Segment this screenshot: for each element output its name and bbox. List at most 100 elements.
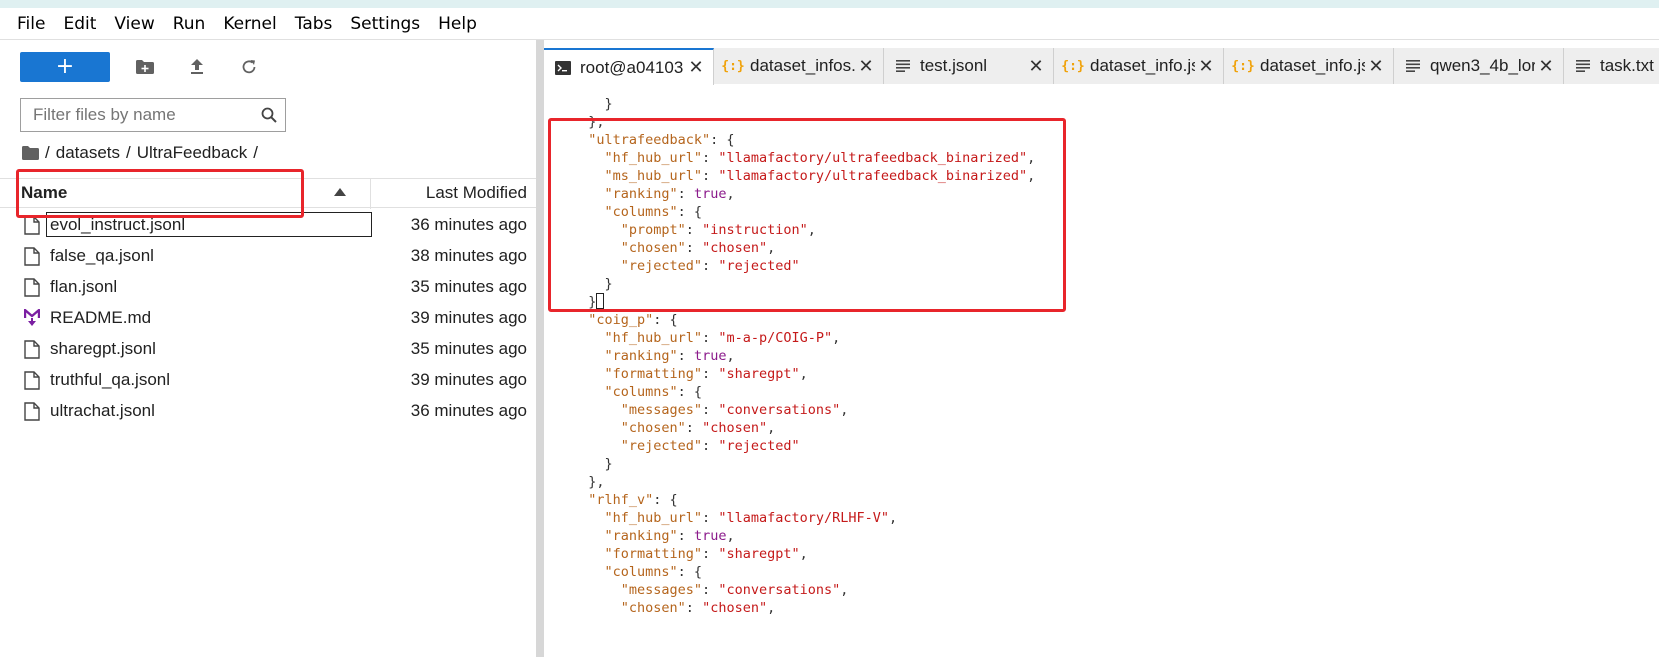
code-token: , <box>840 582 849 598</box>
code-token: : <box>677 528 694 544</box>
code-token: , <box>767 600 776 616</box>
file-icon <box>24 278 40 297</box>
file-name: false_qa.jsonl <box>50 246 154 265</box>
code-token: "rejected" <box>572 438 703 454</box>
file-row-ultrachat[interactable]: ultrachat.jsonl 36 minutes ago <box>0 396 543 427</box>
breadcrumb-separator: / <box>253 143 259 162</box>
code-line: "messages": "conversations", <box>572 581 1035 599</box>
panel-splitter[interactable] <box>536 40 544 657</box>
code-token: : <box>702 330 719 346</box>
file-modified: 39 minutes ago <box>410 308 527 327</box>
folder-icon[interactable] <box>22 146 39 160</box>
file-name: README.md <box>50 308 152 327</box>
close-icon[interactable]: ✕ <box>1025 56 1047 77</box>
code-token: : <box>702 438 719 454</box>
code-line: } <box>572 455 1035 473</box>
menu-run[interactable]: Run <box>164 8 215 40</box>
tab-dataset-info-1[interactable]: {:} dataset_info.js ✕ <box>1054 48 1224 84</box>
tab-qwen3-lora[interactable]: qwen3_4b_lor ✕ <box>1394 48 1564 84</box>
file-modified: 35 minutes ago <box>410 277 527 296</box>
code-line: "columns": { <box>572 383 1035 401</box>
code-token: "ranking" <box>572 348 678 364</box>
close-icon[interactable]: ✕ <box>1535 56 1557 77</box>
filter-files-input[interactable] <box>33 105 261 125</box>
code-token: "m-a-p/COIG-P" <box>718 330 833 346</box>
code-token: : <box>685 420 703 436</box>
file-row-readme[interactable]: README.md 39 minutes ago <box>0 303 543 334</box>
code-line: "ranking": true, <box>572 347 1035 365</box>
menu-file[interactable]: File <box>8 8 54 40</box>
file-icon <box>24 371 40 390</box>
close-icon[interactable]: ✕ <box>855 56 877 77</box>
file-modified: 38 minutes ago <box>410 246 527 265</box>
new-launcher-button[interactable]: + <box>20 52 110 82</box>
code-line: "messages": "conversations", <box>572 401 1035 419</box>
ultrafeedback-highlight-box <box>548 118 1066 312</box>
sort-ascending-icon[interactable] <box>334 188 346 196</box>
code-token: "formatting" <box>572 546 703 562</box>
plus-icon: + <box>55 54 75 79</box>
code-token: "hf_hub_url" <box>572 510 703 526</box>
code-token: "sharegpt" <box>718 546 800 562</box>
code-token: "chosen" <box>572 600 686 616</box>
filter-files-field <box>20 98 286 132</box>
file-row-false-qa[interactable]: false_qa.jsonl 38 minutes ago <box>0 241 543 272</box>
close-icon[interactable]: ✕ <box>1365 56 1387 77</box>
menu-tabs[interactable]: Tabs <box>286 8 342 40</box>
file-name: sharegpt.jsonl <box>50 339 156 358</box>
new-folder-button[interactable] <box>128 52 162 82</box>
tab-dataset-info-2[interactable]: {:} dataset_info.js ✕ <box>1224 48 1394 84</box>
file-icon <box>24 340 40 359</box>
code-line: "chosen": "chosen", <box>572 419 1035 437</box>
file-row-truthful-qa[interactable]: truthful_qa.jsonl 39 minutes ago <box>0 365 543 396</box>
refresh-button[interactable] <box>232 52 266 82</box>
tab-label: test.jsonl <box>920 56 988 75</box>
code-token: "conversations" <box>718 402 841 418</box>
code-token: "chosen" <box>702 420 768 436</box>
file-row-flan[interactable]: flan.jsonl 35 minutes ago <box>0 272 543 303</box>
code-token: : <box>702 366 719 382</box>
file-row-sharegpt[interactable]: sharegpt.jsonl 35 minutes ago <box>0 334 543 365</box>
column-divider[interactable] <box>370 179 371 209</box>
file-modified: 36 minutes ago <box>410 401 527 420</box>
breadcrumb-ultrafeedback[interactable]: UltraFeedback <box>137 143 248 163</box>
code-token: true <box>693 348 727 364</box>
code-line: } <box>572 95 1035 113</box>
breadcrumb-separator: / <box>126 143 131 162</box>
code-line: "columns": { <box>572 563 1035 581</box>
code-token: : { <box>653 492 678 508</box>
menu-help[interactable]: Help <box>429 8 486 40</box>
code-token: "messages" <box>572 402 703 418</box>
code-token: "hf_hub_url" <box>572 330 703 346</box>
close-icon[interactable]: ✕ <box>685 57 707 78</box>
tab-dataset-infos[interactable]: {:} dataset_infos. ✕ <box>714 48 884 84</box>
breadcrumb-highlight-box <box>16 169 304 218</box>
code-token: "chosen" <box>572 420 686 436</box>
tab-task-txt[interactable]: task.txt <box>1564 48 1659 84</box>
close-icon[interactable]: ✕ <box>1195 56 1217 77</box>
code-line: "rlhf_v": { <box>572 491 1035 509</box>
search-icon <box>261 107 277 123</box>
tab-terminal[interactable]: root@a04103 ✕ <box>544 48 714 85</box>
tab-test-jsonl[interactable]: test.jsonl ✕ <box>884 48 1054 84</box>
code-token: , <box>767 420 776 436</box>
menu-kernel[interactable]: Kernel <box>214 8 285 40</box>
upload-button[interactable] <box>180 52 214 82</box>
refresh-icon <box>242 60 256 74</box>
code-line: "hf_hub_url": "m-a-p/COIG-P", <box>572 329 1035 347</box>
upload-icon <box>191 59 203 74</box>
menu-view[interactable]: View <box>105 8 163 40</box>
file-modified: 36 minutes ago <box>410 215 527 234</box>
file-icon <box>24 247 40 266</box>
code-token: : <box>702 510 719 526</box>
menu-edit[interactable]: Edit <box>54 8 105 40</box>
code-token: : <box>677 348 694 364</box>
json-icon: {:} <box>721 58 745 74</box>
code-line: "hf_hub_url": "llamafactory/RLHF-V", <box>572 509 1035 527</box>
code-token: "rlhf_v" <box>572 492 654 508</box>
breadcrumb-datasets[interactable]: datasets <box>56 143 120 163</box>
breadcrumb-root[interactable]: / <box>45 143 50 163</box>
text-file-icon <box>1574 60 1592 72</box>
menu-settings[interactable]: Settings <box>341 8 429 40</box>
column-header-last-modified[interactable]: Last Modified <box>426 183 527 203</box>
